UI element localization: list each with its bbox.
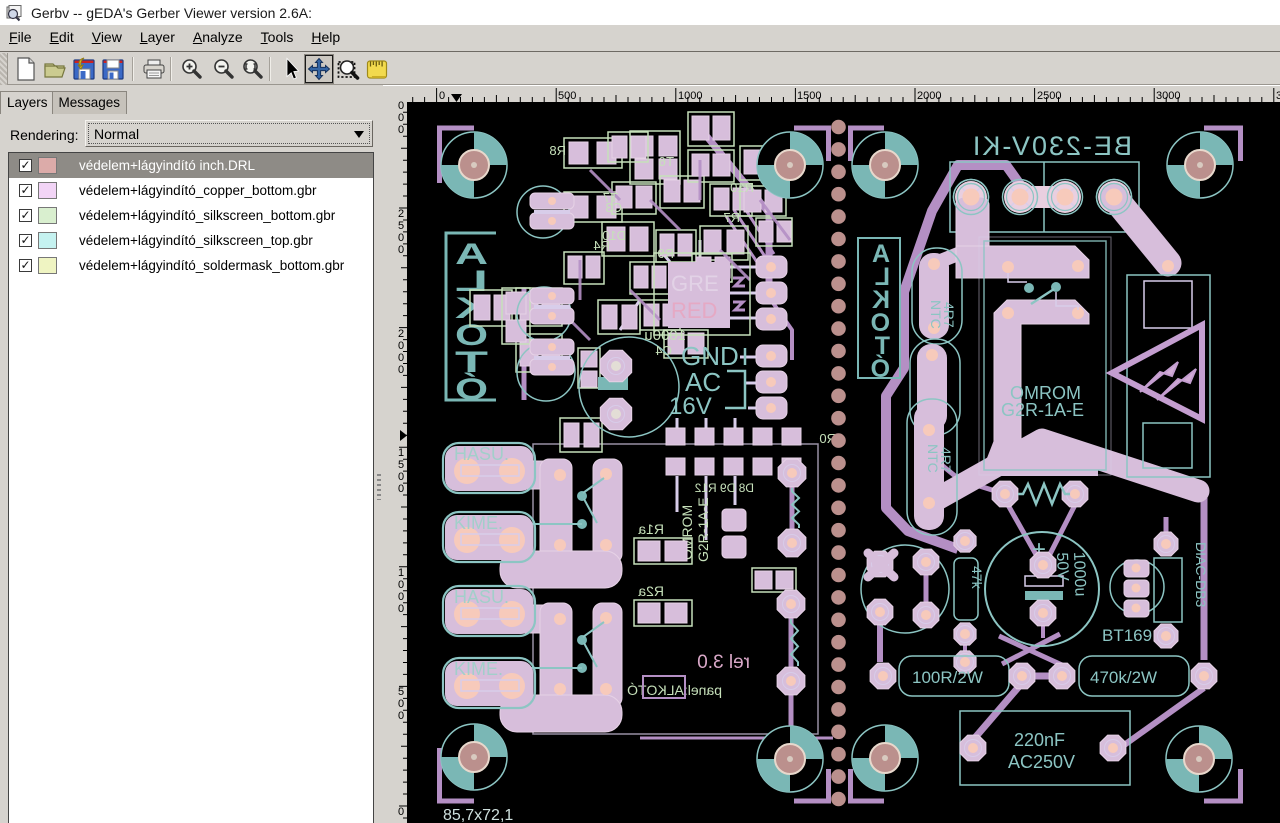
svg-text:3500: 3500 bbox=[1276, 90, 1280, 102]
svg-text:G2R-1A-E: G2R-1A-E bbox=[1001, 400, 1084, 420]
svg-text:0: 0 bbox=[398, 124, 404, 136]
svg-text:470k/2W: 470k/2W bbox=[1090, 668, 1157, 687]
svg-text:0: 0 bbox=[398, 603, 404, 615]
svg-text:0: 0 bbox=[398, 591, 404, 603]
svg-text:D8 D9 R12: D8 D9 R12 bbox=[694, 481, 754, 495]
svg-text:1: 1 bbox=[398, 447, 404, 459]
svg-text:0: 0 bbox=[398, 710, 404, 722]
svg-text:5: 5 bbox=[398, 686, 404, 698]
svg-text:R10: R10 bbox=[730, 180, 754, 195]
svg-text:1500: 1500 bbox=[797, 90, 821, 102]
svg-text:T6: T6 bbox=[659, 154, 674, 169]
svg-text:0: 0 bbox=[398, 483, 404, 495]
svg-text:0: 0 bbox=[398, 340, 404, 352]
svg-text:2000: 2000 bbox=[917, 90, 941, 102]
svg-text:AC250V: AC250V bbox=[1008, 752, 1075, 772]
svg-text:5: 5 bbox=[398, 220, 404, 232]
svg-text:R4: R4 bbox=[593, 238, 610, 253]
svg-text:R1a: R1a bbox=[638, 521, 664, 537]
svg-text:3000: 3000 bbox=[1156, 90, 1180, 102]
svg-text:2500: 2500 bbox=[1037, 90, 1061, 102]
svg-text:BT169: BT169 bbox=[1102, 626, 1152, 645]
svg-text:0: 0 bbox=[398, 806, 404, 818]
svg-text:G2R-1A-E: G2R-1A-E bbox=[695, 497, 711, 562]
svg-text:4R7: 4R7 bbox=[941, 302, 957, 328]
svg-text:4R7: 4R7 bbox=[938, 447, 954, 473]
svg-text:HASU.: HASU. bbox=[454, 587, 509, 607]
svg-text:0: 0 bbox=[398, 471, 404, 483]
svg-text:KIME.: KIME. bbox=[454, 513, 503, 533]
svg-text:0: 0 bbox=[398, 232, 404, 244]
svg-text:500: 500 bbox=[558, 90, 576, 102]
svg-text:0: 0 bbox=[398, 579, 404, 591]
svg-text:0: 0 bbox=[398, 352, 404, 364]
svg-text:85,7x72,1: 85,7x72,1 bbox=[443, 807, 513, 823]
svg-text:0: 0 bbox=[398, 698, 404, 710]
svg-text:2: 2 bbox=[398, 328, 404, 340]
svg-text:0: 0 bbox=[398, 112, 404, 124]
svg-text:GRE: GRE bbox=[671, 271, 719, 296]
svg-text:DIAC-DB3: DIAC-DB3 bbox=[1193, 542, 1209, 608]
svg-text:1000u: 1000u bbox=[1070, 552, 1089, 597]
svg-text:Ó: Ó bbox=[871, 353, 890, 383]
svg-text:rel 3.0: rel 3.0 bbox=[697, 652, 750, 673]
svg-text:BE-230V-KI: BE-230V-KI bbox=[971, 131, 1132, 161]
svg-text:R7: R7 bbox=[723, 210, 740, 225]
svg-text:47k: 47k bbox=[969, 566, 985, 590]
svg-text:2: 2 bbox=[398, 208, 404, 220]
svg-text:0: 0 bbox=[439, 90, 445, 102]
svg-text:100R/2W: 100R/2W bbox=[912, 668, 983, 687]
svg-text:RED: RED bbox=[671, 298, 717, 323]
svg-text:0: 0 bbox=[398, 244, 404, 256]
svg-text:R2a: R2a bbox=[638, 583, 664, 599]
svg-text:HASU.: HASU. bbox=[454, 444, 509, 464]
svg-text:16V: 16V bbox=[669, 393, 712, 420]
svg-text:KIME.: KIME. bbox=[454, 659, 503, 679]
svg-text:panel:ALKOTÓ: panel:ALKOTÓ bbox=[627, 682, 722, 698]
svg-text:1: 1 bbox=[398, 567, 404, 579]
svg-text:R8: R8 bbox=[549, 143, 566, 158]
svg-text:Ó: Ó bbox=[455, 372, 488, 406]
svg-text:T7: T7 bbox=[603, 190, 618, 205]
svg-text:0: 0 bbox=[398, 364, 404, 376]
svg-text:1000: 1000 bbox=[678, 90, 702, 102]
svg-text:0: 0 bbox=[398, 100, 404, 112]
svg-text:5: 5 bbox=[398, 459, 404, 471]
svg-text:220nF: 220nF bbox=[1014, 730, 1065, 750]
svg-text:C4: C4 bbox=[655, 343, 672, 358]
